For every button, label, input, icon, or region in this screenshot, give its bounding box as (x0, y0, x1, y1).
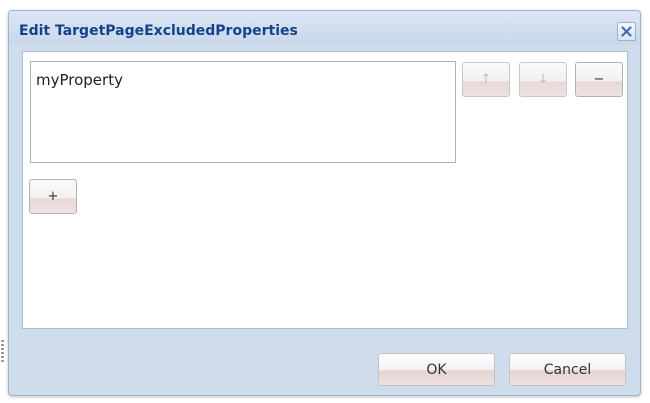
edit-dialog: Edit TargetPageExcludedProperties myProp… (8, 10, 641, 396)
remove-button[interactable]: − (575, 62, 623, 97)
ok-button[interactable]: OK (378, 353, 495, 386)
property-list[interactable]: myProperty (30, 61, 456, 163)
move-up-button[interactable]: ↑ (462, 62, 510, 97)
dialog-titlebar[interactable]: Edit TargetPageExcludedProperties (9, 11, 640, 45)
resize-grip (1, 340, 4, 364)
move-down-button[interactable]: ↓ (519, 62, 567, 97)
cancel-label: Cancel (543, 361, 592, 378)
close-button[interactable] (617, 22, 636, 41)
add-button[interactable]: + (29, 179, 77, 214)
arrow-up-icon: ↑ (480, 72, 492, 87)
ok-label: OK (426, 361, 447, 378)
dialog-footer: OK Cancel (9, 329, 640, 395)
list-item[interactable]: myProperty (36, 71, 123, 89)
dialog-body: myProperty ↑ ↓ − + (22, 51, 628, 329)
close-icon (621, 26, 632, 37)
dialog-title: Edit TargetPageExcludedProperties (19, 23, 298, 39)
cancel-button[interactable]: Cancel (509, 353, 626, 386)
plus-icon: + (47, 189, 59, 204)
minus-icon: − (593, 72, 605, 87)
arrow-down-icon: ↓ (537, 72, 549, 87)
